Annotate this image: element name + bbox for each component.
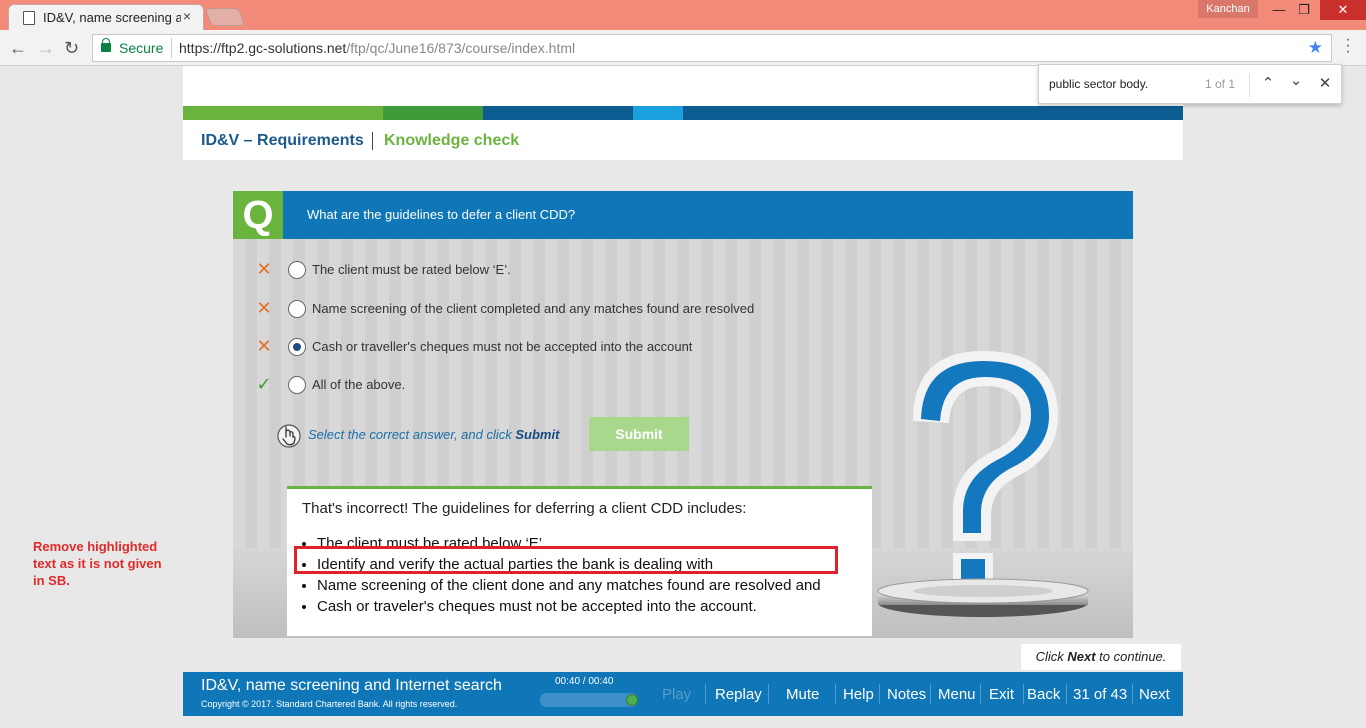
feedback-item: Name screening of the client done and an… [317,575,821,596]
feedback-item: Cash or traveler's cheques must not be a… [317,596,821,617]
cross-icon: ✕ [256,259,272,279]
nav-divider [879,684,880,704]
feedback-title: That's incorrect! The guidelines for def… [302,500,747,517]
page-counter: 31 of 43 [1073,686,1128,703]
pointing-hand-icon [277,424,301,448]
window-close-button[interactable]: ✕ [1320,0,1366,20]
question-badge: Q [233,191,283,239]
help-button[interactable]: Help [843,686,874,703]
tab-close-button[interactable]: × [183,8,191,24]
copyright-text: Copyright © 2017. Standard Chartered Ban… [201,699,458,709]
reload-icon[interactable]: ↻ [64,38,79,59]
option-radio[interactable] [288,376,306,394]
lock-icon [101,38,111,52]
find-input[interactable]: public sector body. [1049,77,1148,91]
checkmark-icon: ✓ [256,374,272,394]
header-divider [372,132,373,150]
menu-button[interactable]: Menu [938,686,976,703]
back-button[interactable]: Back [1027,686,1060,703]
nav-divider [1066,684,1067,704]
page-subtitle: Knowledge check [384,132,520,149]
submit-button[interactable]: Submit [589,417,689,451]
hint-suffix: to continue. [1095,649,1167,664]
replay-button[interactable]: Replay [715,686,762,703]
accent-stripe [633,106,683,120]
url-host: https://ftp2.gc-solutions.net [179,40,347,56]
bookmark-star-icon[interactable]: ★ [1308,38,1323,58]
secure-label: Secure [119,40,164,56]
browser-menu-icon[interactable]: · · · [1340,32,1356,60]
question-mark-illustration [877,351,1089,617]
option-label: Name screening of the client completed a… [312,301,755,316]
highlight-box [294,546,838,574]
cross-icon: ✕ [256,336,272,356]
instruction-action: Submit [515,427,560,442]
progress-knob[interactable] [626,694,638,706]
course-frame: ID&V – Requirements Knowledge check Q Wh… [183,66,1183,716]
click-next-hint: Click Next to continue. [1021,644,1181,670]
accent-stripe [683,106,1183,120]
find-divider [1249,73,1250,97]
tab-title: ID&V, name screening ar [43,10,181,25]
progress-slider[interactable] [540,693,638,707]
nav-divider [930,684,931,704]
nav-divider [1132,684,1133,704]
option-radio[interactable] [288,261,306,279]
url-divider [171,38,172,58]
close-icon[interactable]: ✕ [1316,74,1334,92]
url-path: /ftp/qc/June16/873/course/index.html [346,40,576,56]
question-bar: Q What are the guidelines to defer a cli… [233,191,1133,239]
play-button[interactable]: Play [662,686,691,703]
notes-button[interactable]: Notes [887,686,926,703]
page-icon [23,11,35,25]
address-bar[interactable]: Secure https://ftp2.gc-solutions.net/ftp… [92,34,1332,62]
nav-divider [980,684,981,704]
browser-tab[interactable]: ID&V, name screening ar × [8,4,204,30]
page-title: ID&V – Requirements [201,132,364,149]
nav-divider [835,684,836,704]
option-label: The client must be rated below ‘E’. [312,262,511,277]
option-radio-selected[interactable] [288,338,306,356]
instruction-prefix: Select the correct answer, and click [308,427,516,442]
profile-button[interactable]: Kanchan [1198,0,1258,18]
course-header: ID&V – Requirements Knowledge check [183,66,1183,160]
hint-action: Next [1067,649,1096,664]
accent-stripe [183,106,383,120]
accent-stripe [383,106,483,120]
forward-arrow-icon[interactable]: → [37,38,55,59]
course-footer: ID&V, name screening and Internet search… [183,672,1183,716]
progress-fill [540,693,638,707]
review-comment: Remove highlighted text as it is not giv… [33,539,162,588]
question-text: What are the guidelines to defer a clien… [307,207,576,222]
next-button[interactable]: Next [1139,686,1170,703]
find-count: 1 of 1 [1205,77,1236,91]
accent-stripe [483,106,633,120]
option-label: Cash or traveller's cheques must not be … [312,339,693,354]
option-label: All of the above. [312,377,406,392]
time-readout: 00:40 / 00:40 [555,676,614,687]
browser-toolbar: ← → ↻ Secure https://ftp2.gc-solutions.n… [0,30,1366,66]
nav-divider [768,684,769,704]
cross-icon: ✕ [256,298,272,318]
chevron-up-icon[interactable]: ⌃ [1259,74,1277,92]
url-text[interactable]: https://ftp2.gc-solutions.net/ftp/qc/Jun… [179,40,575,56]
browser-titlebar: ID&V, name screening ar × Kanchan — ❐ ✕ [0,0,1366,30]
exit-button[interactable]: Exit [989,686,1014,703]
find-bar: public sector body. 1 of 1 ⌃ ⌄ ✕ [1038,64,1342,104]
nav-divider [705,684,706,704]
restore-button[interactable]: ❐ [1287,0,1321,20]
back-arrow-icon[interactable]: ← [9,38,27,59]
instruction-text: Select the correct answer, and click Sub… [308,427,559,442]
chevron-down-icon[interactable]: ⌄ [1287,71,1305,89]
option-radio[interactable] [288,300,306,318]
hint-prefix: Click [1035,649,1068,664]
mute-button[interactable]: Mute [786,686,819,703]
course-title: ID&V, name screening and Internet search [201,677,502,694]
new-tab-button[interactable] [204,8,246,26]
nav-divider [1023,684,1024,704]
